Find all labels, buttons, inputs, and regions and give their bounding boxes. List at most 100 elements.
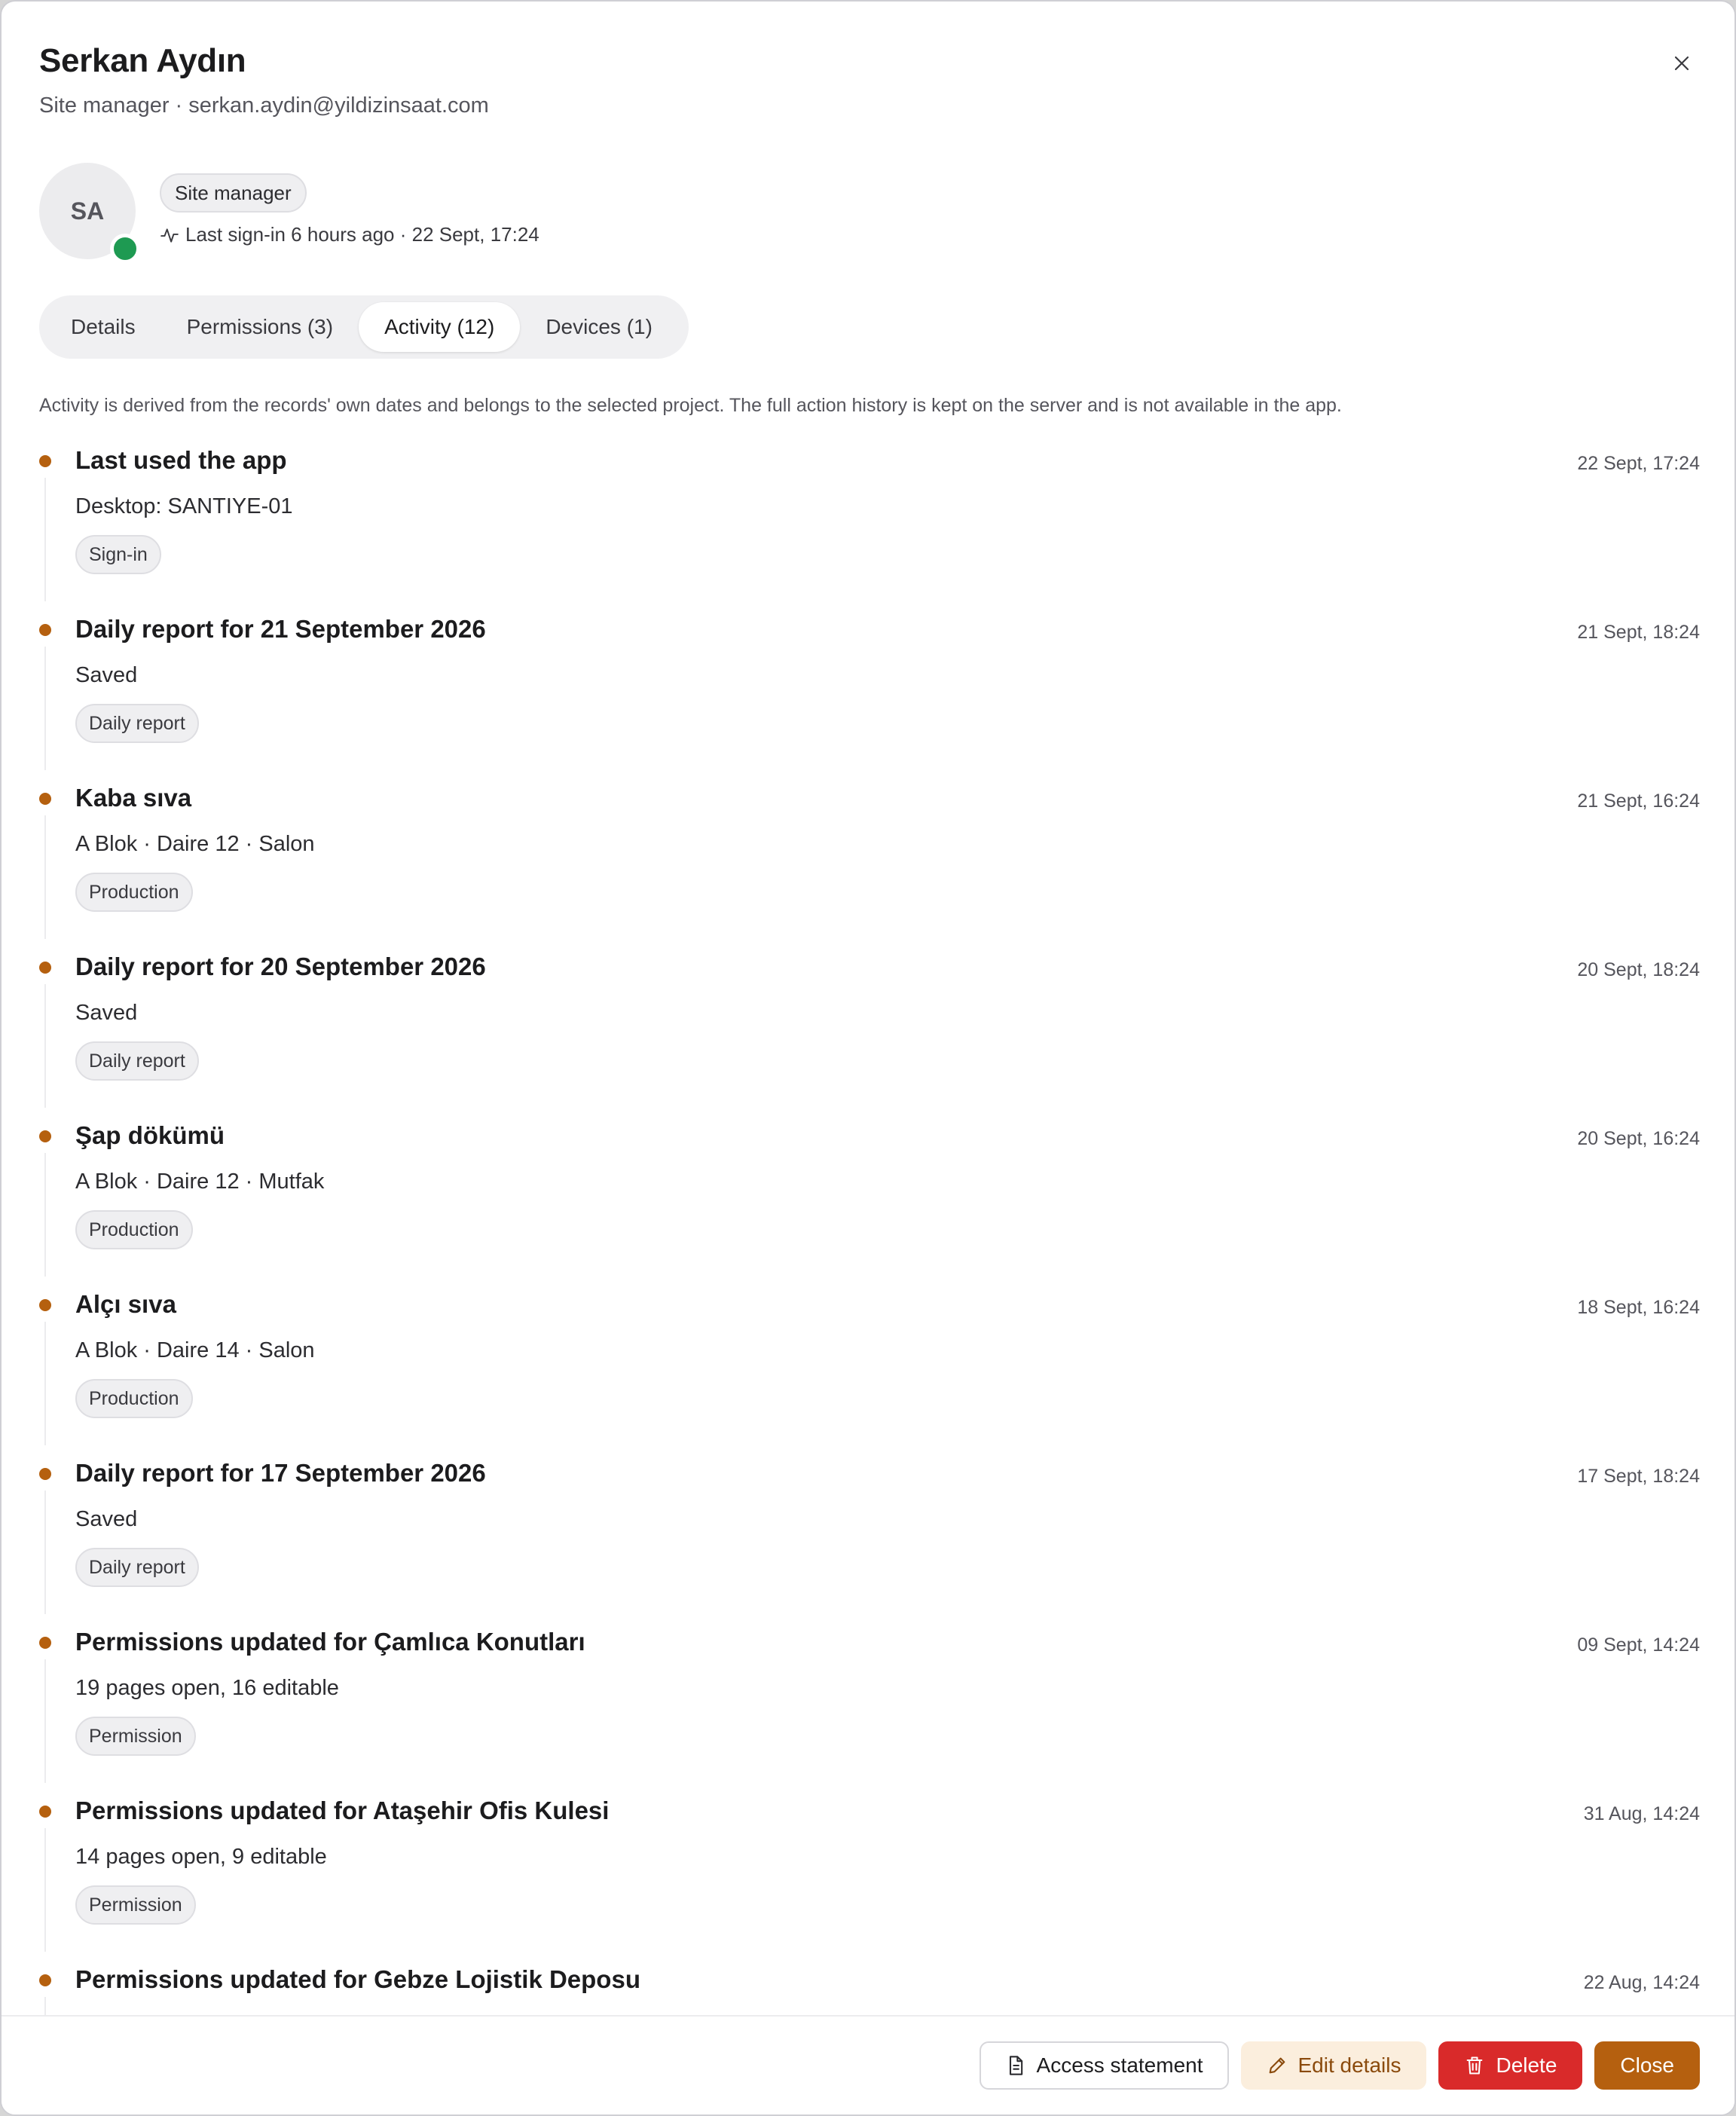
timeline-dot [39, 962, 51, 974]
activity-tag: Daily report [75, 1548, 199, 1587]
trash-icon [1467, 2056, 1483, 2075]
dialog-title: Serkan Aydın [39, 42, 246, 79]
activity-item: Alçı sıva 18 Sept, 16:24 A Blok · Daire 14… [2, 1283, 1734, 1451]
activity-item: Last used the app 22 Sept, 17:24 Desktop: … [2, 439, 1734, 607]
activity-title: Şap dökümü [75, 1121, 225, 1149]
timeline-rail [44, 984, 46, 1108]
activity-subtitle: Desktop: SANTIYE-01 [75, 494, 293, 518]
edit-details-button[interactable]: Edit details [1240, 2041, 1427, 2090]
delete-label: Delete [1496, 2053, 1557, 2077]
online-status-indicator [110, 234, 140, 264]
activity-tag: Sign-in [75, 535, 161, 574]
activity-time: 20 Sept, 16:24 [1577, 1128, 1700, 1149]
activity-pulse-icon [160, 228, 179, 243]
timeline-dot [39, 1974, 51, 1986]
activity-subtitle: A Blok · Daire 14 · Salon [75, 1338, 315, 1362]
timeline-dot [39, 1130, 51, 1142]
pencil-icon [1269, 2057, 1285, 2074]
activity-subtitle: Saved [75, 663, 138, 687]
last-signin-text: Last sign-in 6 hours ago · 22 Sept, 17:2… [185, 223, 539, 246]
activity-item: Permissions updated for Çamlıca Konutlar… [2, 1620, 1734, 1789]
activity-title: Kaba sıva [75, 784, 192, 812]
timeline-rail [44, 815, 46, 939]
timeline-rail [44, 1491, 46, 1614]
activity-notice: Activity is derived from the records' ow… [39, 395, 1342, 416]
timeline-dot [39, 1637, 51, 1649]
dialog-header: Serkan Aydın Site manager · serkan.aydin… [39, 38, 1644, 121]
activity-tag: Production [75, 1210, 193, 1249]
activity-time: 18 Sept, 16:24 [1577, 1297, 1700, 1318]
activity-subtitle: 19 pages open, 16 editable [75, 1676, 339, 1700]
user-detail-dialog: Serkan Aydın Site manager · serkan.aydin… [0, 0, 1736, 2116]
activity-tag: Permission [75, 1885, 196, 1925]
activity-tag: Daily report [75, 1041, 199, 1081]
tab-details[interactable]: Details [45, 302, 161, 352]
activity-time: 21 Sept, 18:24 [1577, 622, 1700, 643]
document-icon [1009, 2056, 1022, 2075]
timeline-rail [44, 478, 46, 601]
activity-tag: Production [75, 1379, 193, 1418]
role-badge: Site manager [160, 173, 307, 213]
activity-subtitle: Saved [75, 1507, 138, 1531]
close-button[interactable]: Close [1594, 2041, 1700, 2090]
close-icon[interactable] [1668, 50, 1695, 77]
activity-title: Permissions updated for Çamlıca Konutlar… [75, 1628, 585, 1656]
activity-tag: Daily report [75, 704, 199, 743]
activity-subtitle: Saved [75, 1001, 138, 1025]
timeline-rail [44, 1997, 46, 2017]
activity-subtitle: A Blok · Daire 12 · Salon [75, 832, 315, 856]
dialog-subtitle: Site manager · serkan.aydin@yildizinsaat… [39, 93, 489, 118]
activity-subtitle: A Blok · Daire 12 · Mutfak [75, 1170, 325, 1194]
access-statement-label: Access statement [1036, 2053, 1203, 2077]
activity-item: Permissions updated for Ataşehir Ofis Ku… [2, 1789, 1734, 1958]
activity-title: Last used the app [75, 446, 287, 474]
activity-title: Daily report for 21 September 2026 [75, 615, 486, 643]
activity-title: Permissions updated for Gebze Lojistik D… [75, 1965, 640, 1993]
activity-item: Permissions updated for Gebze Lojistik D… [2, 1958, 1734, 2017]
tab-bar: Details Permissions (3) Activity (12) Devic… [39, 295, 689, 359]
activity-item: Daily report for 17 September 2026 17 Sep… [2, 1451, 1734, 1620]
activity-title: Daily report for 17 September 2026 [75, 1459, 486, 1487]
profile-summary: SA Site manager Last sign-in 6 hours ago… [39, 163, 539, 264]
timeline-rail [44, 1828, 46, 1952]
timeline-rail [44, 647, 46, 770]
tab-activity[interactable]: Activity (12) [359, 302, 521, 352]
timeline-dot [39, 1468, 51, 1480]
activity-item: Daily report for 20 September 2026 20 Sep… [2, 945, 1734, 1114]
activity-time: 21 Sept, 16:24 [1577, 790, 1700, 812]
timeline-rail [44, 1322, 46, 1445]
activity-title: Alçı sıva [75, 1290, 176, 1318]
activity-item: Kaba sıva 21 Sept, 16:24 A Blok · Daire 12… [2, 776, 1734, 945]
avatar-initials: SA [70, 197, 105, 225]
access-statement-button[interactable]: Access statement [979, 2041, 1229, 2090]
tab-devices[interactable]: Devices (1) [520, 302, 678, 352]
activity-tag: Production [75, 873, 193, 912]
activity-title: Daily report for 20 September 2026 [75, 953, 486, 980]
activity-time: 09 Sept, 14:24 [1577, 1634, 1700, 1656]
timeline-rail [44, 1659, 46, 1783]
activity-time: 20 Sept, 18:24 [1577, 959, 1700, 980]
delete-button[interactable]: Delete [1438, 2041, 1583, 2090]
activity-item: Daily report for 21 September 2026 21 Sep… [2, 607, 1734, 776]
activity-time: 22 Sept, 17:24 [1577, 453, 1700, 474]
activity-time: 31 Aug, 14:24 [1583, 1803, 1700, 1824]
last-signin: Last sign-in 6 hours ago · 22 Sept, 17:2… [160, 223, 539, 246]
activity-timeline: Last used the app 22 Sept, 17:24 Desktop: … [2, 439, 1734, 2017]
timeline-dot [39, 1806, 51, 1818]
tab-permissions[interactable]: Permissions (3) [161, 302, 359, 352]
activity-tag: Permission [75, 1717, 196, 1756]
edit-details-label: Edit details [1297, 2053, 1401, 2077]
timeline-dot [39, 793, 51, 805]
timeline-rail [44, 1153, 46, 1277]
activity-item: Şap dökümü 20 Sept, 16:24 A Blok · Daire 1… [2, 1114, 1734, 1283]
profile-meta: Site manager Last sign-in 6 hours ago · … [160, 163, 539, 246]
activity-time: 22 Aug, 14:24 [1583, 1972, 1700, 1993]
dialog-footer: Access statement Edit details Delete Clo… [2, 2015, 1734, 2114]
timeline-dot [39, 455, 51, 467]
activity-time: 17 Sept, 18:24 [1577, 1466, 1700, 1487]
timeline-dot [39, 1299, 51, 1311]
activity-subtitle: 14 pages open, 9 editable [75, 1845, 327, 1869]
activity-title: Permissions updated for Ataşehir Ofis Ku… [75, 1796, 610, 1824]
avatar: SA [39, 163, 140, 264]
close-label: Close [1620, 2053, 1674, 2077]
